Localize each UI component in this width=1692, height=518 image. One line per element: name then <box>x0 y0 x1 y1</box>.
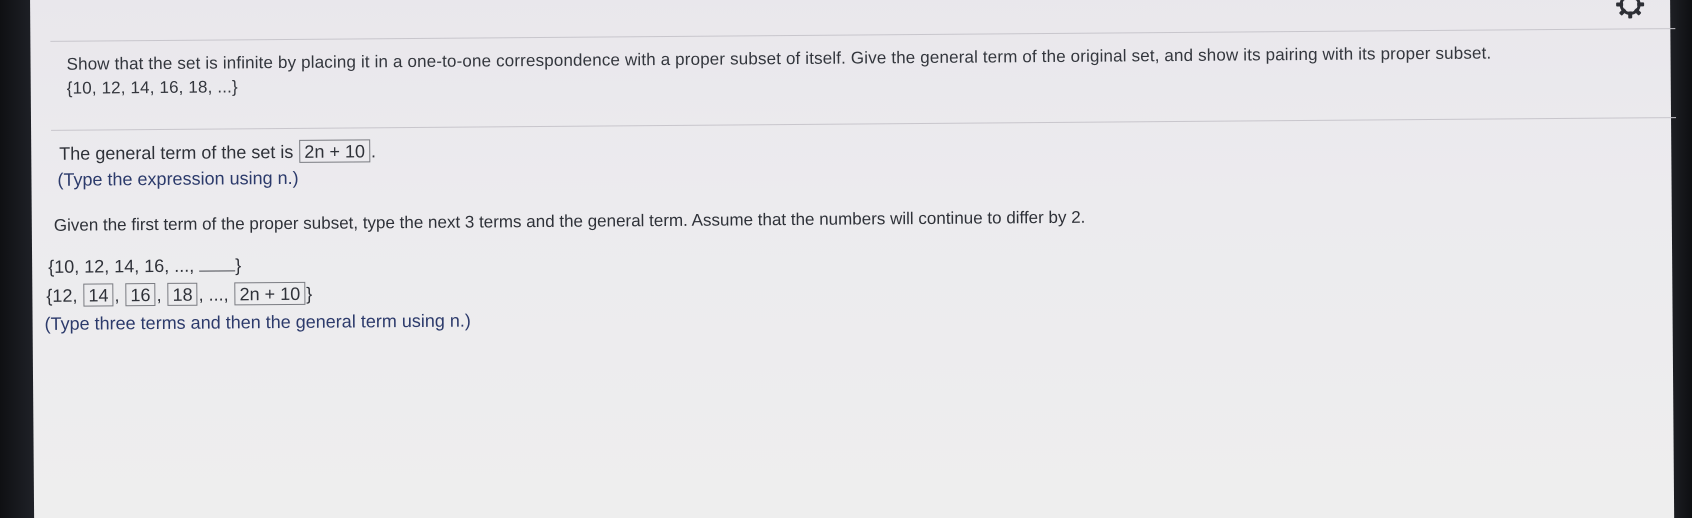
subset-prefix: {12, <box>46 285 78 306</box>
subset-term-1-field[interactable]: 14 <box>83 283 114 307</box>
general-term-line: The general term of the set is 2n + 10. <box>59 139 376 164</box>
ellipsis: , ..., <box>198 284 229 305</box>
subset-term-3-field[interactable]: 18 <box>167 282 198 306</box>
question-text: Show that the set is infinite by placing… <box>66 41 1651 98</box>
subset-instruction: (Type three terms and then the general t… <box>44 310 471 334</box>
general-term-answer-field[interactable]: 2n + 10 <box>299 139 371 163</box>
original-set-blank <box>199 254 236 272</box>
subset-suffix: } <box>306 283 313 304</box>
section-divider <box>51 117 1677 131</box>
subset-term-2-field[interactable]: 16 <box>125 283 156 307</box>
question-page: Show that the set is infinite by placing… <box>30 0 1677 518</box>
original-set-prefix: {10, 12, 14, 16, ..., <box>48 255 195 277</box>
gear-icon[interactable] <box>1613 0 1647 22</box>
subset-line: {12, 14, 16, 18, ..., 2n + 10} <box>46 281 313 307</box>
top-divider <box>50 28 1676 42</box>
original-set-suffix: } <box>235 255 242 276</box>
separator: , <box>156 284 162 306</box>
original-set-line: {10, 12, 14, 16, ..., } <box>48 254 241 278</box>
general-term-label: The general term of the set is <box>59 141 294 164</box>
separator: , <box>114 285 120 306</box>
subset-prompt: Given the first term of the proper subse… <box>53 207 1086 235</box>
general-term-instruction: (Type the expression using n.) <box>57 167 299 190</box>
screen: Show that the set is infinite by placing… <box>0 0 1692 518</box>
general-term-period: . <box>370 141 377 162</box>
subset-general-term-field[interactable]: 2n + 10 <box>234 281 306 306</box>
